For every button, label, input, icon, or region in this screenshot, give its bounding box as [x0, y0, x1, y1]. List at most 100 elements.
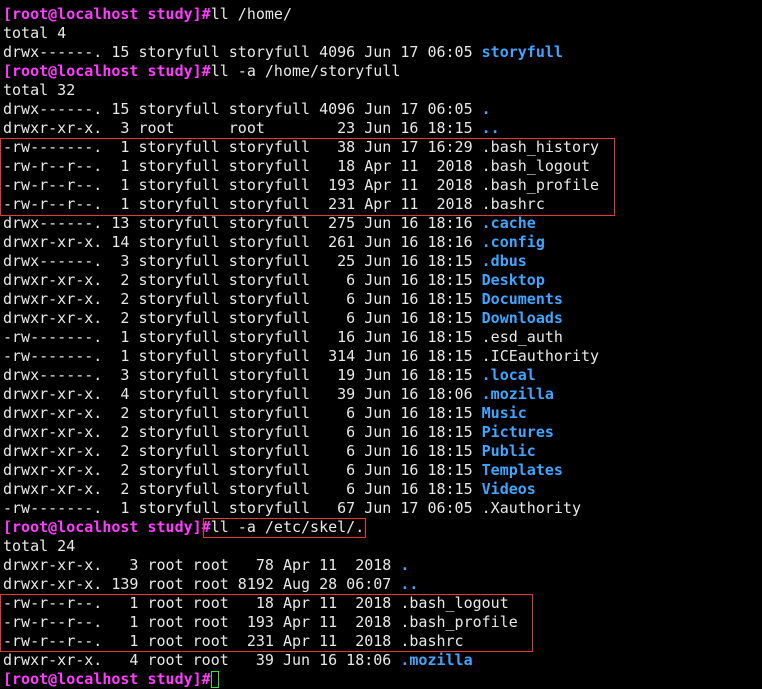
listing-row: drwxr-xr-x. 14 storyfull storyfull 261 J… — [3, 233, 599, 252]
row-text: drwxr-xr-x. 3 root root 23 Jun 16 18:15 — [3, 119, 482, 137]
row-text: -rw-r--r--. 1 root root 231 Apr 11 2018 — [3, 632, 401, 650]
file-name: .ICEauthority — [481, 347, 600, 365]
directory-name: .mozilla — [481, 385, 554, 403]
row-text: drwx------. 13 storyfull storyfull 275 J… — [3, 214, 482, 232]
listing-row: -rw-------. 1 storyfull storyfull 314 Ju… — [3, 347, 599, 366]
listing-row: drwx------. 15 storyfull storyfull 4096 … — [3, 100, 599, 119]
file-name: .bash_profile — [400, 613, 518, 631]
row-text: drwxr-xr-x. 2 storyfull storyfull 6 Jun … — [3, 442, 482, 460]
listing-row: drwxr-xr-x. 2 storyfull storyfull 6 Jun … — [3, 461, 599, 480]
command-text: ll -a /etc/skel/. — [210, 518, 365, 536]
file-name: .bash_profile — [481, 176, 600, 194]
shell-prompt: [root@localhost study]# — [3, 518, 211, 536]
directory-name: .mozilla — [400, 651, 473, 669]
command-text: ll /home/ — [210, 5, 292, 23]
row-text: drwxr-xr-x. 2 storyfull storyfull 6 Jun … — [3, 271, 482, 289]
listing-row: drwxr-xr-x. 2 storyfull storyfull 6 Jun … — [3, 271, 599, 290]
listing-row: -rw-------. 1 storyfull storyfull 16 Jun… — [3, 328, 599, 347]
row-text: total 4 — [3, 24, 67, 42]
listing-row: -rw-------. 1 storyfull storyfull 38 Jun… — [3, 138, 599, 157]
row-text: total 32 — [3, 81, 76, 99]
directory-name: Pictures — [481, 423, 554, 441]
output-line: total 24 — [3, 537, 599, 556]
listing-row: -rw-------. 1 storyfull storyfull 67 Jun… — [3, 499, 599, 518]
row-text: -rw-------. 1 storyfull storyfull 67 Jun… — [3, 499, 482, 517]
row-text: drwxr-xr-x. 2 storyfull storyfull 6 Jun … — [3, 290, 482, 308]
listing-row: drwxr-xr-x. 2 storyfull storyfull 6 Jun … — [3, 404, 599, 423]
listing-row: drwx------. 15 storyfull storyfull 4096 … — [3, 43, 599, 62]
file-name: .Xauthority — [481, 499, 581, 517]
listing-row: drwxr-xr-x. 3 root root 23 Jun 16 18:15 … — [3, 119, 599, 138]
row-text: total 24 — [3, 537, 76, 555]
file-name: .esd_auth — [481, 328, 563, 346]
directory-name: .config — [481, 233, 545, 251]
listing-row: -rw-r--r--. 1 storyfull storyfull 193 Ap… — [3, 176, 599, 195]
row-text: -rw-------. 1 storyfull storyfull 16 Jun… — [3, 328, 482, 346]
listing-row: -rw-r--r--. 1 root root 193 Apr 11 2018 … — [3, 613, 599, 632]
listing-row: drwxr-xr-x. 139 root root 8192 Aug 28 06… — [3, 575, 599, 594]
listing-row: drwx------. 3 storyfull storyfull 19 Jun… — [3, 366, 599, 385]
prompt-line: [root@localhost study]# — [3, 670, 599, 689]
directory-name: .. — [400, 575, 419, 593]
row-text: -rw-r--r--. 1 root root 193 Apr 11 2018 — [3, 613, 401, 631]
listing-row: drwxr-xr-x. 2 storyfull storyfull 6 Jun … — [3, 480, 599, 499]
directory-name: Public — [481, 442, 536, 460]
row-text: drwxr-xr-x. 4 storyfull storyfull 39 Jun… — [3, 385, 482, 403]
row-text: drwxr-xr-x. 139 root root 8192 Aug 28 06… — [3, 575, 401, 593]
row-text: drwx------. 3 storyfull storyfull 19 Jun… — [3, 366, 482, 384]
prompt-line: [root@localhost study]#ll /home/ — [3, 5, 599, 24]
output-line: total 32 — [3, 81, 599, 100]
directory-name: Music — [481, 404, 527, 422]
directory-name: Documents — [481, 290, 563, 308]
row-text: -rw-------. 1 storyfull storyfull 38 Jun… — [3, 138, 482, 156]
row-text: drwx------. 15 storyfull storyfull 4096 … — [3, 100, 482, 118]
directory-name: storyfull — [481, 43, 563, 61]
listing-row: -rw-r--r--. 1 storyfull storyfull 231 Ap… — [3, 195, 599, 214]
listing-row: drwx------. 13 storyfull storyfull 275 J… — [3, 214, 599, 233]
row-text: drwxr-xr-x. 2 storyfull storyfull 6 Jun … — [3, 461, 482, 479]
row-text: drwx------. 3 storyfull storyfull 25 Jun… — [3, 252, 482, 270]
row-text: drwxr-xr-x. 2 storyfull storyfull 6 Jun … — [3, 480, 482, 498]
shell-prompt: [root@localhost study]# — [3, 5, 211, 23]
row-text: drwxr-xr-x. 2 storyfull storyfull 6 Jun … — [3, 423, 482, 441]
terminal-output[interactable]: [root@localhost study]#ll /home/total 4d… — [3, 0, 599, 689]
directory-name: Videos — [481, 480, 536, 498]
listing-row: drwxr-xr-x. 2 storyfull storyfull 6 Jun … — [3, 423, 599, 442]
listing-row: -rw-r--r--. 1 storyfull storyfull 18 Apr… — [3, 157, 599, 176]
file-name: .bash_logout — [400, 594, 509, 612]
directory-name: .cache — [481, 214, 536, 232]
listing-row: -rw-r--r--. 1 root root 231 Apr 11 2018 … — [3, 632, 599, 651]
shell-prompt: [root@localhost study]# — [3, 670, 211, 688]
row-text: -rw-------. 1 storyfull storyfull 314 Ju… — [3, 347, 482, 365]
row-text: drwxr-xr-x. 3 root root 78 Apr 11 2018 — [3, 556, 401, 574]
row-text: drwxr-xr-x. 2 storyfull storyfull 6 Jun … — [3, 404, 482, 422]
row-text: -rw-r--r--. 1 root root 18 Apr 11 2018 — [3, 594, 401, 612]
file-name: .bashrc — [481, 195, 545, 213]
directory-name: .dbus — [481, 252, 527, 270]
prompt-line: [root@localhost study]#ll -a /home/story… — [3, 62, 599, 81]
directory-name: Downloads — [481, 309, 563, 327]
file-name: .bashrc — [400, 632, 464, 650]
listing-row: -rw-r--r--. 1 root root 18 Apr 11 2018 .… — [3, 594, 599, 613]
row-text: drwxr-xr-x. 2 storyfull storyfull 6 Jun … — [3, 309, 482, 327]
listing-row: drwxr-xr-x. 3 root root 78 Apr 11 2018 . — [3, 556, 599, 575]
row-text: -rw-r--r--. 1 storyfull storyfull 231 Ap… — [3, 195, 482, 213]
output-line: total 4 — [3, 24, 599, 43]
row-text: drwxr-xr-x. 14 storyfull storyfull 261 J… — [3, 233, 482, 251]
command-text: ll -a /home/storyfull — [210, 62, 401, 80]
row-text: -rw-r--r--. 1 storyfull storyfull 193 Ap… — [3, 176, 482, 194]
directory-name: .local — [481, 366, 536, 384]
directory-name: . — [400, 556, 410, 574]
row-text: drwx------. 15 storyfull storyfull 4096 … — [3, 43, 482, 61]
directory-name: Desktop — [481, 271, 545, 289]
file-name: .bash_history — [481, 138, 600, 156]
row-text: drwxr-xr-x. 4 root root 39 Jun 16 18:06 — [3, 651, 401, 669]
directory-name: .. — [481, 119, 500, 137]
prompt-line: [root@localhost study]#ll -a /etc/skel/. — [3, 518, 599, 537]
listing-row: drwxr-xr-x. 4 root root 39 Jun 16 18:06 … — [3, 651, 599, 670]
shell-prompt: [root@localhost study]# — [3, 62, 211, 80]
directory-name: Templates — [481, 461, 563, 479]
file-name: .bash_logout — [481, 157, 591, 175]
listing-row: drwx------. 3 storyfull storyfull 25 Jun… — [3, 252, 599, 271]
row-text: -rw-r--r--. 1 storyfull storyfull 18 Apr… — [3, 157, 482, 175]
